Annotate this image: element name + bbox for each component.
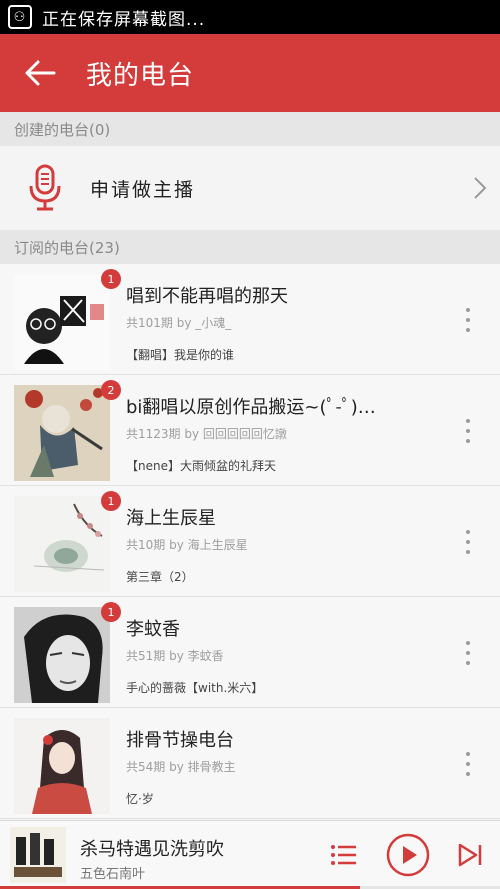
station-meta: 共1123期 by 回回回回回忆譈 bbox=[126, 427, 287, 441]
screenshot-app-icon: ⚇ bbox=[8, 5, 32, 29]
station-item[interactable]: 1 李蚊香 共51期 by 李蚊香 手心的蔷薇【with.米六】 bbox=[0, 597, 500, 708]
playlist-icon bbox=[331, 845, 356, 865]
station-meta: 共101期 by _小魂_ bbox=[126, 316, 232, 330]
back-button[interactable] bbox=[0, 34, 80, 112]
station-title: 唱到不能再唱的那天 bbox=[126, 286, 288, 307]
new-count-badge: 1 bbox=[101, 269, 121, 289]
apply-host-row[interactable]: 申请做主播 bbox=[0, 146, 500, 230]
more-options-icon[interactable] bbox=[462, 308, 474, 332]
station-latest-episode: 【翻唱】我是你的谁 bbox=[126, 348, 235, 362]
app-bar: 我的电台 bbox=[0, 34, 500, 112]
now-playing-title: 杀马特遇见洗剪吹 bbox=[80, 839, 224, 860]
station-cover bbox=[14, 274, 110, 370]
station-title: 海上生辰星 bbox=[126, 508, 216, 529]
skip-next-icon bbox=[458, 843, 482, 867]
station-meta: 共51期 by 李蚊香 bbox=[126, 649, 224, 663]
new-count-badge: 1 bbox=[101, 491, 121, 511]
station-meta: 共10期 by 海上生辰星 bbox=[126, 538, 248, 552]
microphone-icon bbox=[29, 164, 61, 211]
apply-host-label: 申请做主播 bbox=[90, 178, 196, 201]
station-latest-episode: 忆·岁 bbox=[126, 792, 154, 806]
mini-player[interactable]: 杀马特遇见洗剪吹 五色石南叶 bbox=[0, 820, 500, 889]
new-count-badge: 2 bbox=[101, 380, 121, 400]
now-playing-artist: 五色石南叶 bbox=[80, 867, 146, 882]
station-title: 排骨节操电台 bbox=[126, 730, 234, 751]
station-cover bbox=[14, 607, 110, 703]
playlist-button[interactable] bbox=[322, 833, 366, 877]
station-title: bi翻唱以原创作品搬运~(ﾟ-ﾟ)… bbox=[126, 397, 376, 418]
page-title: 我的电台 bbox=[86, 60, 195, 91]
station-list: 1 唱到不能再唱的那天 共101期 by _小魂_ 【翻唱】我是你的谁 2 bi… bbox=[0, 264, 500, 819]
now-playing-cover bbox=[10, 827, 66, 883]
station-cover bbox=[14, 496, 110, 592]
play-icon bbox=[386, 833, 430, 877]
station-latest-episode: 第三章（2） bbox=[126, 570, 194, 584]
station-item[interactable]: 1 海上生辰星 共10期 by 海上生辰星 第三章（2） bbox=[0, 486, 500, 597]
created-section-header: 创建的电台(0) bbox=[0, 112, 500, 146]
station-latest-episode: 【nene】大雨倾盆的礼拜天 bbox=[126, 459, 276, 473]
chevron-right-icon bbox=[474, 177, 487, 199]
station-cover bbox=[14, 718, 110, 814]
more-options-icon[interactable] bbox=[462, 419, 474, 443]
more-options-icon[interactable] bbox=[462, 641, 474, 665]
new-count-badge: 1 bbox=[101, 602, 121, 622]
arrow-left-icon bbox=[25, 60, 56, 86]
more-options-icon[interactable] bbox=[462, 752, 474, 776]
station-item[interactable]: 排骨节操电台 共54期 by 排骨教主 忆·岁 bbox=[0, 708, 500, 819]
station-meta: 共54期 by 排骨教主 bbox=[126, 760, 236, 774]
subscribed-section-header: 订阅的电台(23) bbox=[0, 230, 500, 264]
more-options-icon[interactable] bbox=[462, 530, 474, 554]
station-cover bbox=[14, 385, 110, 481]
station-item[interactable]: 1 唱到不能再唱的那天 共101期 by _小魂_ 【翻唱】我是你的谁 bbox=[0, 264, 500, 375]
station-latest-episode: 手心的蔷薇【with.米六】 bbox=[126, 681, 264, 695]
status-text: 正在保存屏幕截图... bbox=[42, 9, 206, 30]
station-title: 李蚊香 bbox=[126, 619, 180, 640]
status-bar: ⚇ 正在保存屏幕截图... bbox=[0, 0, 500, 34]
next-track-button[interactable] bbox=[448, 833, 492, 877]
play-button[interactable] bbox=[386, 833, 430, 877]
station-item[interactable]: 2 bi翻唱以原创作品搬运~(ﾟ-ﾟ)… 共1123期 by 回回回回回忆譈 【… bbox=[0, 375, 500, 486]
